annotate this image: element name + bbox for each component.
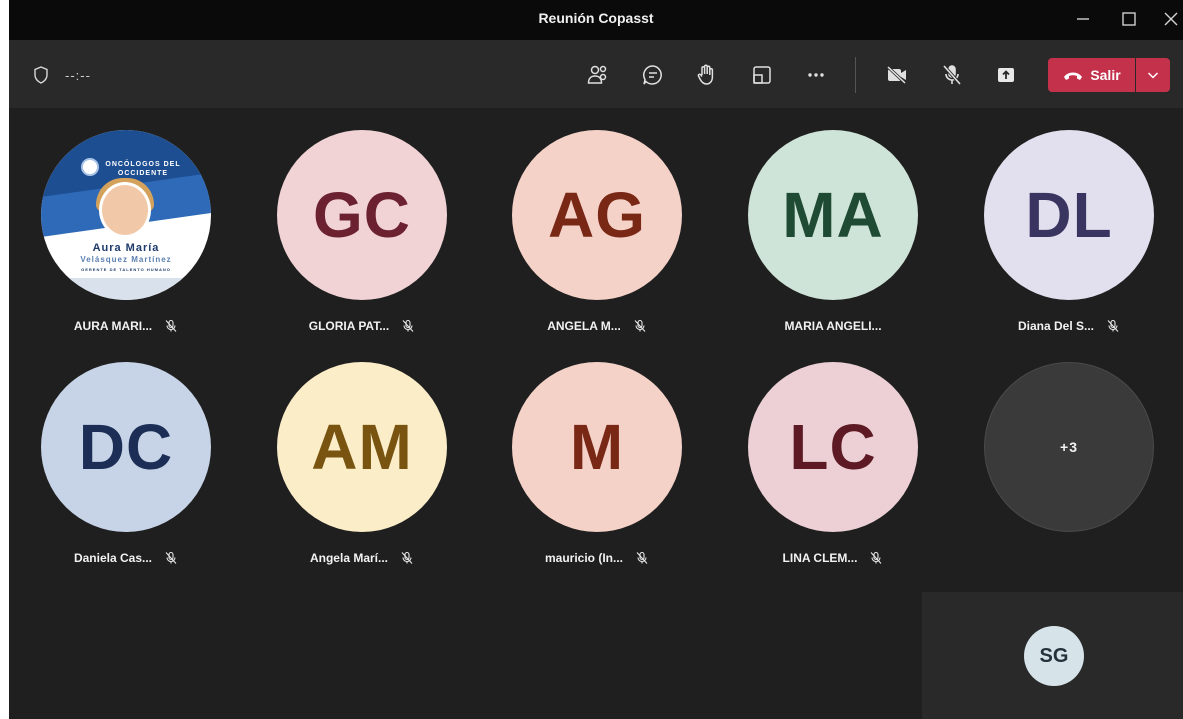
participant-avatar: AM (277, 362, 447, 532)
participant-name: Daniela Cas... (73, 551, 153, 565)
meeting-timer: --:-- (65, 67, 91, 83)
self-avatar: SG (1024, 626, 1084, 686)
hang-up-icon (1064, 72, 1083, 80)
minimize-icon[interactable] (1069, 6, 1097, 32)
photo-role: GERENTE DE TALENTO HUMANO (81, 267, 171, 272)
participant-avatar: MA (748, 130, 918, 300)
participant-label: mauricio (In... (480, 551, 714, 565)
muted-mic-icon (1106, 319, 1120, 333)
participant-name: LINA CLEM... (782, 551, 858, 565)
overflow-tile[interactable]: +3 (952, 340, 1183, 570)
muted-mic-icon (633, 319, 647, 333)
muted-mic-icon (401, 319, 415, 333)
participant-tile[interactable]: DC Daniela Cas... (9, 340, 243, 570)
participant-label: LINA CLEM... (716, 551, 950, 565)
participant-name: ANGELA M... (547, 319, 621, 333)
meeting-info: --:-- (33, 66, 91, 84)
participant-avatar: GC (277, 130, 447, 300)
participant-name: MARIA ANGELI... (784, 319, 882, 333)
muted-mic-icon (635, 551, 649, 565)
muted-mic-icon (164, 319, 178, 333)
shield-icon[interactable] (33, 66, 49, 84)
maximize-icon[interactable] (1115, 6, 1143, 32)
leave-button[interactable]: Salir (1048, 58, 1135, 92)
toolbar-divider (855, 57, 856, 93)
participant-tile[interactable]: DL Diana Del S... (952, 108, 1183, 338)
participant-tile[interactable]: AG ANGELA M... (480, 108, 714, 338)
participant-label: Diana Del S... (952, 319, 1183, 333)
photo-org: ONCÓLOGOS DEL OCCIDENTE (105, 161, 181, 177)
leave-label: Salir (1090, 67, 1121, 83)
window-title: Reunión Copasst (538, 10, 654, 26)
people-icon[interactable] (583, 60, 613, 90)
participant-label: MARIA ANGELI... (716, 319, 950, 333)
participant-avatar: DL (984, 130, 1154, 300)
participant-avatar: AG (512, 130, 682, 300)
participant-label: ANGELA M... (480, 319, 714, 333)
close-icon[interactable] (1157, 6, 1183, 32)
participant-avatar: LC (748, 362, 918, 532)
muted-mic-icon (400, 551, 414, 565)
rooms-icon[interactable] (747, 60, 777, 90)
title-bar: Reunión Copasst (9, 0, 1183, 40)
camera-off-icon[interactable] (882, 60, 912, 90)
participant-name: Diana Del S... (1017, 319, 1095, 333)
self-view[interactable]: SG (922, 592, 1183, 719)
participant-tile[interactable]: M mauricio (In... (480, 340, 714, 570)
leave-options-button[interactable] (1136, 58, 1170, 92)
participant-label: Angela Marí... (245, 551, 479, 565)
share-icon[interactable] (991, 60, 1021, 90)
participant-name: Angela Marí... (309, 551, 389, 565)
photo-name: Aura María (92, 242, 160, 254)
participant-name: mauricio (In... (544, 551, 623, 565)
portrait (99, 182, 151, 238)
chevron-down-icon (1147, 72, 1159, 79)
logo-seal (81, 158, 99, 176)
teams-meeting-window: Reunión Copasst --:-- Salir ONCÓLOGOS DE… (9, 0, 1183, 719)
participant-gallery: ONCÓLOGOS DEL OCCIDENTE Aura María Velás… (9, 108, 1183, 719)
muted-mic-icon (164, 551, 178, 565)
participant-tile[interactable]: GC GLORIA PAT... (245, 108, 479, 338)
participant-tile[interactable]: ONCÓLOGOS DEL OCCIDENTE Aura María Velás… (9, 108, 243, 338)
participant-name: AURA MARI... (73, 319, 153, 333)
participant-name: GLORIA PAT... (308, 319, 390, 333)
more-icon[interactable] (801, 60, 831, 90)
participant-tile[interactable]: LC LINA CLEM... (716, 340, 950, 570)
muted-mic-icon (869, 551, 883, 565)
participant-label: Daniela Cas... (9, 551, 243, 565)
chat-icon[interactable] (638, 60, 668, 90)
overflow-participants-button[interactable]: +3 (984, 362, 1154, 532)
participant-photo: ONCÓLOGOS DEL OCCIDENTE Aura María Velás… (41, 130, 211, 300)
participant-avatar: DC (41, 362, 211, 532)
raise-hand-icon[interactable] (692, 60, 722, 90)
participant-tile[interactable]: AM Angela Marí... (245, 340, 479, 570)
participant-avatar: M (512, 362, 682, 532)
participant-label: GLORIA PAT... (245, 319, 479, 333)
participant-tile[interactable]: MA MARIA ANGELI... (716, 108, 950, 338)
meeting-toolbar: --:-- Salir (9, 40, 1183, 108)
mic-off-icon[interactable] (937, 60, 967, 90)
participant-label: AURA MARI... (9, 319, 243, 333)
photo-surname: Velásquez Martínez (80, 255, 172, 264)
